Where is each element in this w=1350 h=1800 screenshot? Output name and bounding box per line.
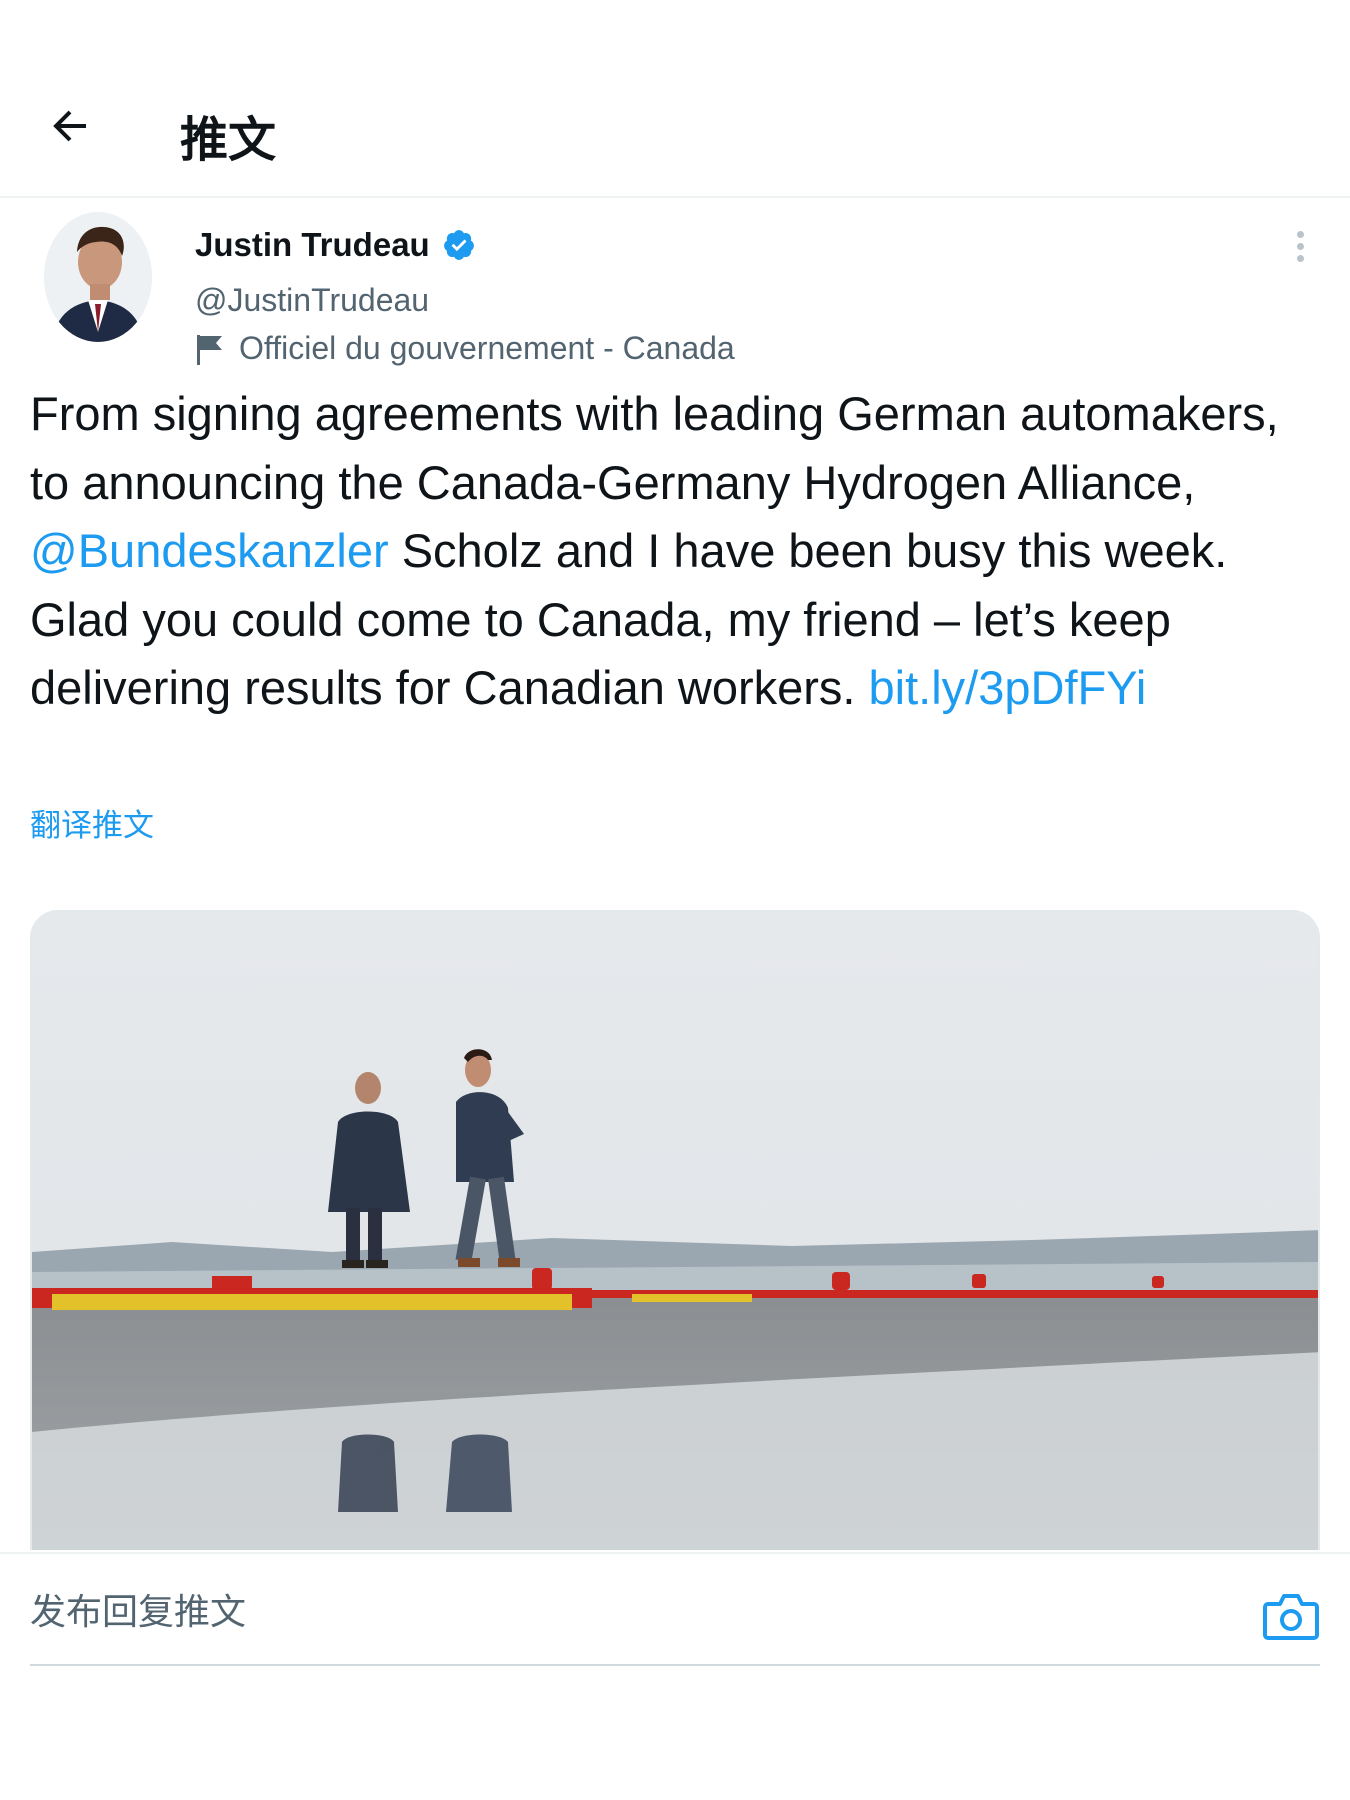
reply-divider xyxy=(30,1664,1320,1666)
more-options-button[interactable] xyxy=(1280,226,1320,266)
back-button[interactable] xyxy=(40,96,100,156)
flag-icon xyxy=(197,334,222,365)
page-title: 推文 xyxy=(180,112,277,168)
short-url-link[interactable]: bit.ly/3pDfFYi xyxy=(869,661,1147,714)
camera-button[interactable] xyxy=(1262,1590,1320,1642)
government-label-text: Officiel du gouvernement - Canada xyxy=(239,330,735,366)
more-dot xyxy=(1296,254,1304,262)
author-name-row[interactable]: Justin Trudeau xyxy=(195,226,476,264)
author-name[interactable]: Justin Trudeau xyxy=(195,226,430,264)
tweet-text: From signing agreements with leading Ger… xyxy=(30,380,1320,723)
more-dot xyxy=(1296,242,1304,250)
reply-input[interactable] xyxy=(30,1562,1210,1662)
tweet-text-part1: From signing agreements with leading Ger… xyxy=(30,387,1279,509)
government-label[interactable]: Officiel du gouvernement - Canada xyxy=(195,330,735,367)
author-avatar[interactable] xyxy=(44,212,152,342)
translate-tweet-button[interactable]: 翻译推文 xyxy=(30,800,154,845)
top-app-bar: 推文 xyxy=(0,0,1350,198)
author-handle[interactable]: @JustinTrudeau xyxy=(195,282,429,319)
avatar-image xyxy=(44,212,152,342)
verified-badge-icon xyxy=(443,230,474,260)
arrow-left-icon xyxy=(53,110,86,142)
tweet-media-photo[interactable] xyxy=(30,910,1320,1550)
mention-link[interactable]: @Bundeskanzler xyxy=(30,524,389,577)
camera-icon xyxy=(1263,1594,1319,1640)
photo-image xyxy=(32,912,1318,1550)
more-vertical-icon xyxy=(1296,230,1304,238)
